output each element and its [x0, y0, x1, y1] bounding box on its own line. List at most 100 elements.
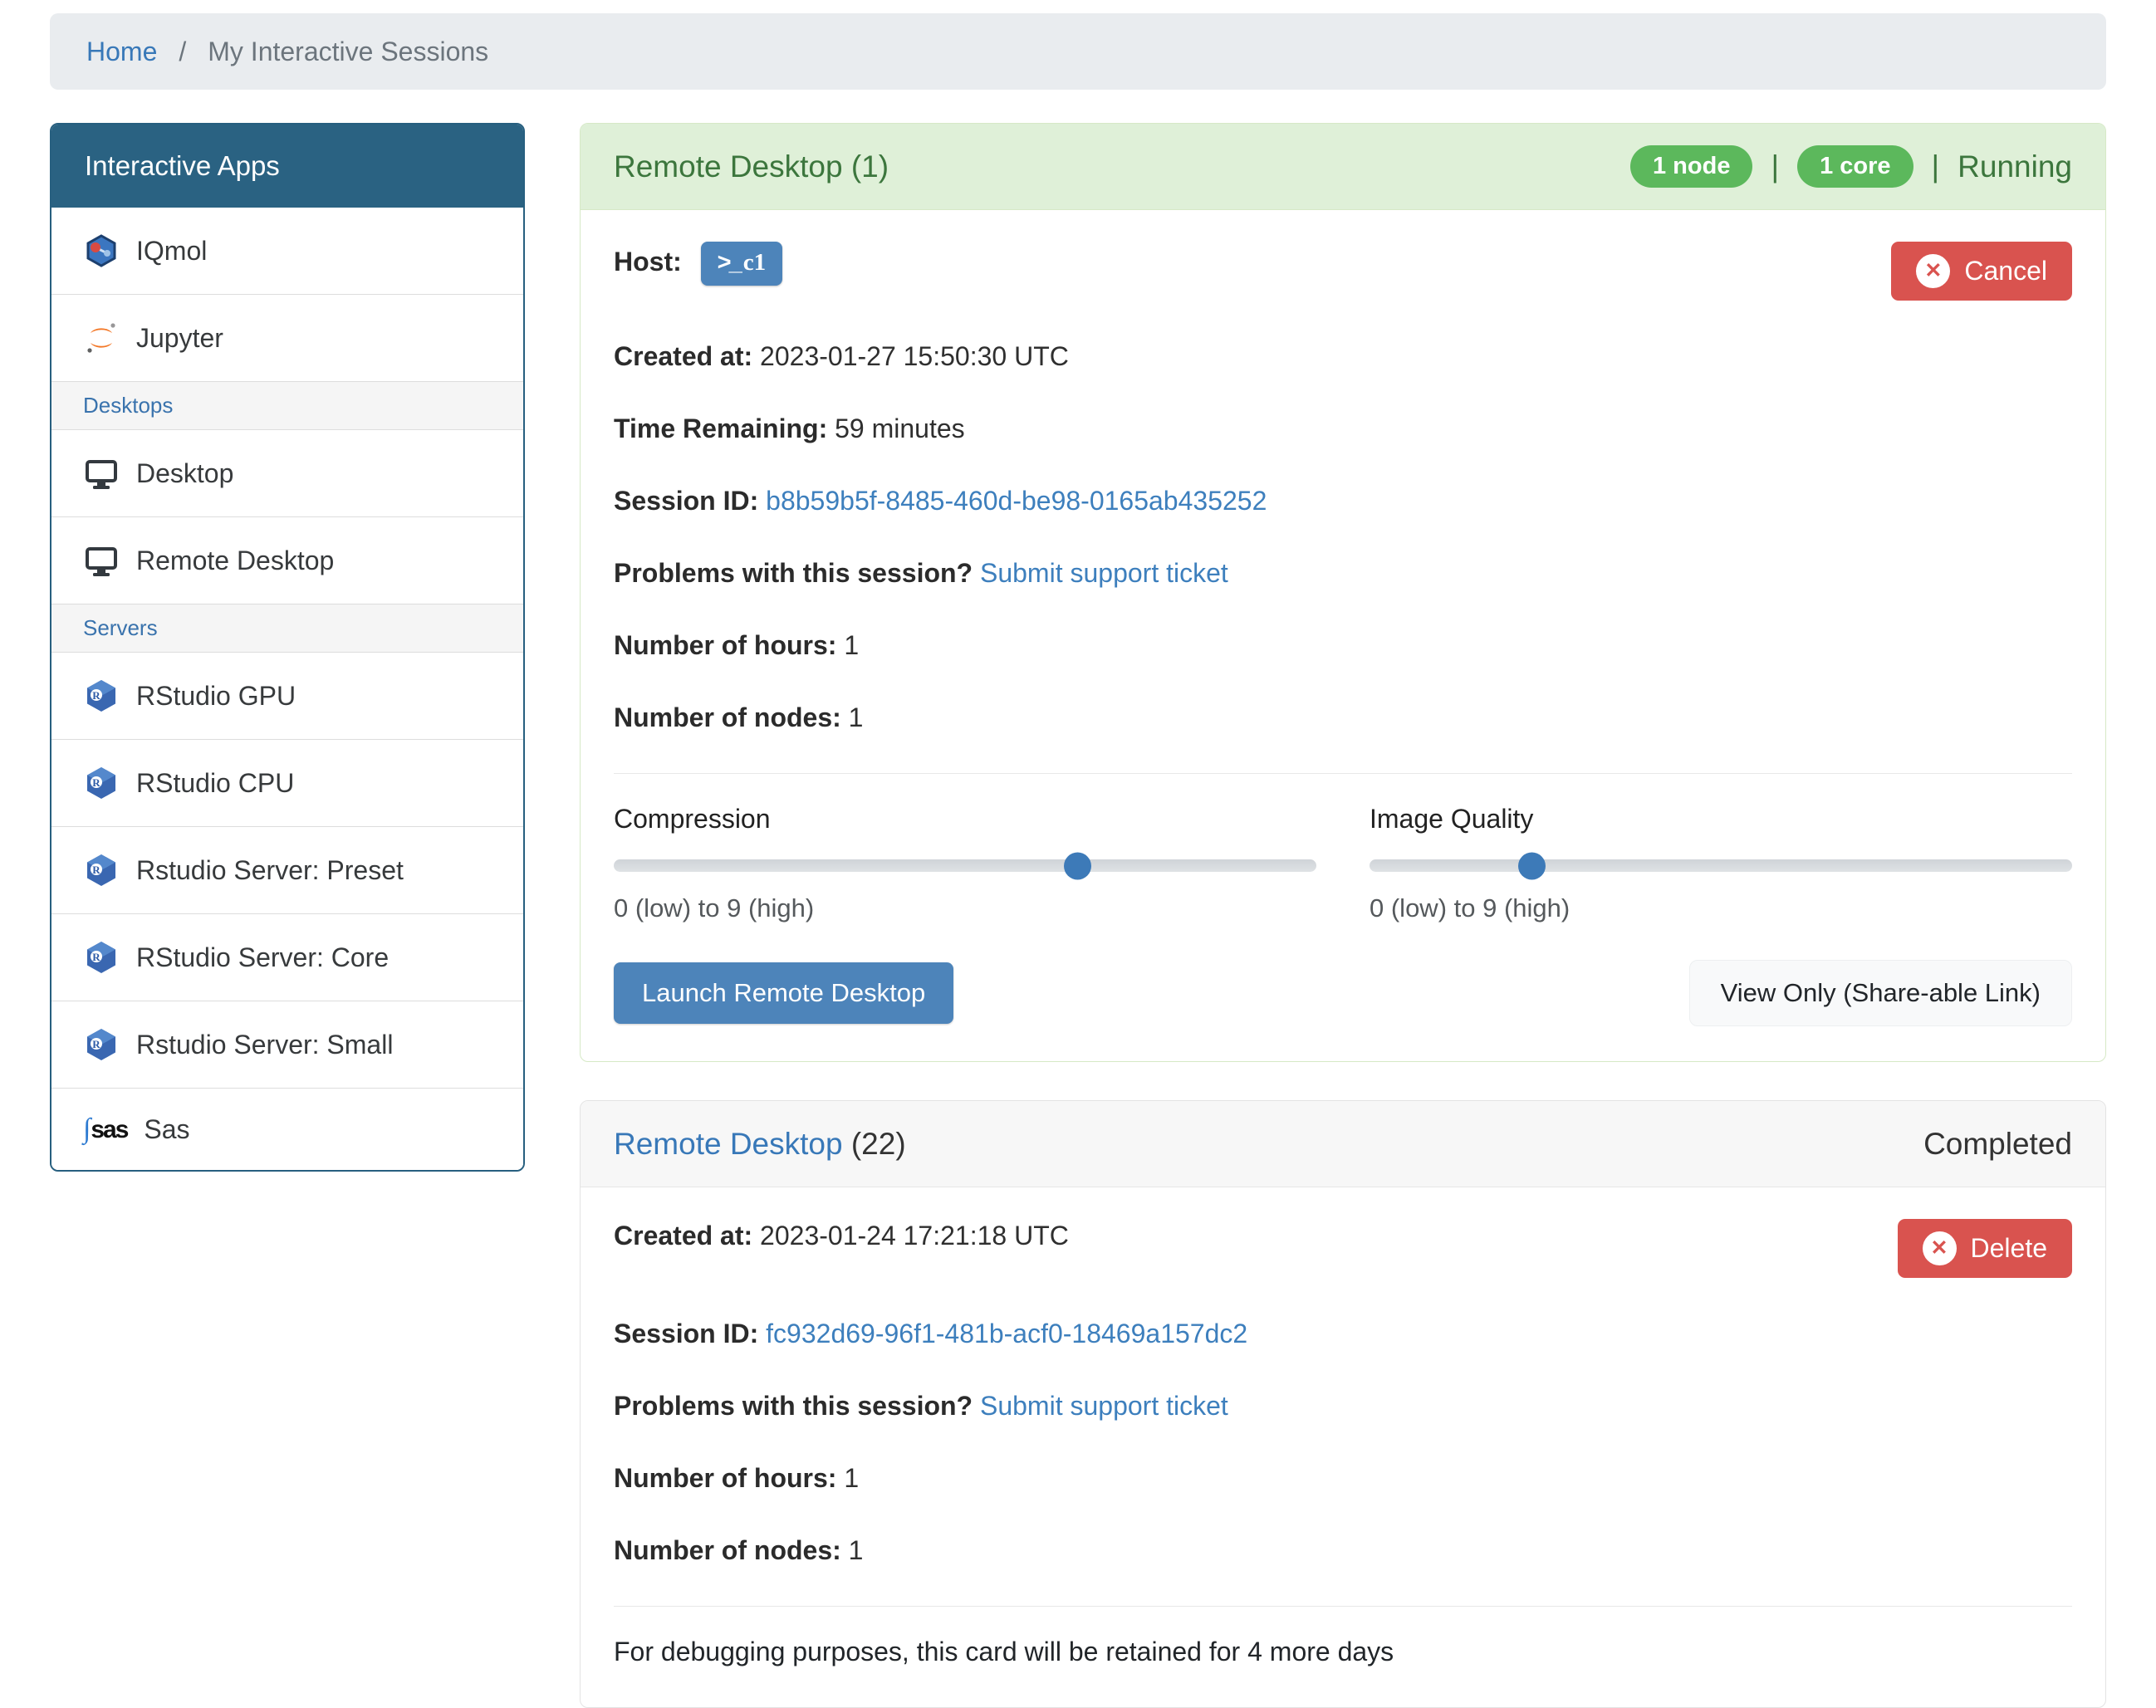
retention-note: For debugging purposes, this card will b…	[614, 1637, 1394, 1666]
delete-button[interactable]: ✕ Delete	[1897, 1219, 2072, 1278]
sidebar-item-desktop[interactable]: Desktop	[51, 429, 523, 516]
cancel-button[interactable]: ✕ Cancel	[1891, 242, 2072, 301]
rstudio-icon: R	[83, 765, 120, 801]
hours-value: 1	[844, 1463, 860, 1493]
sidebar-item-iqmol[interactable]: IQmol	[51, 208, 523, 294]
compression-slider-thumb[interactable]	[1064, 852, 1092, 879]
sidebar-section-servers: Servers	[51, 604, 523, 652]
svg-text:R: R	[92, 864, 100, 876]
sidebar-item-label: Sas	[144, 1113, 190, 1144]
completed-card-body: Created at: 2023-01-24 17:21:18 UTC ✕ De…	[581, 1187, 2105, 1707]
rstudio-icon: R	[83, 678, 120, 714]
nodes-label: Number of nodes:	[614, 702, 841, 732]
created-at-label: Created at:	[614, 1221, 753, 1250]
body-divider	[614, 1606, 2072, 1607]
sidebar-item-sas[interactable]: ∫sas Sas	[51, 1088, 523, 1170]
session-id-row: Session ID: b8b59b5f-8485-460d-be98-0165…	[614, 484, 2072, 517]
monitor-icon	[83, 455, 120, 492]
completed-card-title: Remote Desktop (22)	[614, 1127, 906, 1162]
terminal-icon: >_	[717, 249, 742, 276]
completed-card-title-link[interactable]: Remote Desktop	[614, 1127, 843, 1161]
x-circle-icon: ✕	[1916, 254, 1951, 288]
compression-range-hint: 0 (low) to 9 (high)	[614, 893, 815, 923]
status-running: Running	[1958, 149, 2072, 184]
sidebar-item-remote-desktop[interactable]: Remote Desktop	[51, 516, 523, 604]
cancel-button-label: Cancel	[1964, 256, 2047, 286]
launch-remote-desktop-button[interactable]: Launch Remote Desktop	[614, 962, 954, 1024]
sidebar-item-rstudio-server-preset[interactable]: R Rstudio Server: Preset	[51, 826, 523, 913]
delete-button-label: Delete	[1970, 1233, 2048, 1263]
completed-card-count: (22)	[850, 1126, 906, 1161]
rstudio-icon: R	[83, 939, 120, 976]
running-card-status-area: 1 node | 1 core | Running	[1629, 145, 2072, 188]
hours-row: Number of hours: 1	[614, 1461, 2072, 1495]
breadcrumb-home-link[interactable]: Home	[86, 37, 157, 67]
rstudio-icon: R	[83, 852, 120, 888]
session-id-row: Session ID: fc932d69-96f1-481b-acf0-1846…	[614, 1317, 2072, 1350]
time-remaining-label: Time Remaining:	[614, 414, 828, 443]
hours-row: Number of hours: 1	[614, 629, 2072, 662]
sidebar-item-jupyter[interactable]: Jupyter	[51, 294, 523, 381]
problems-row: Problems with this session? Submit suppo…	[614, 556, 2072, 590]
core-count-badge: 1 core	[1797, 145, 1913, 188]
sidebar-item-rstudio-gpu[interactable]: R RStudio GPU	[51, 652, 523, 739]
image-quality-control: Image Quality 0 (low) to 9 (high)	[1370, 804, 2072, 923]
svg-text:R: R	[92, 776, 100, 789]
iqmol-icon	[83, 232, 120, 269]
hours-value: 1	[844, 630, 860, 660]
sidebar-item-rstudio-server-core[interactable]: R RStudio Server: Core	[51, 913, 523, 1001]
hours-label: Number of hours:	[614, 1463, 837, 1493]
badge-separator: |	[1771, 149, 1780, 184]
x-circle-icon: ✕	[1922, 1231, 1957, 1265]
svg-text:R: R	[92, 951, 100, 963]
session-card-completed: Remote Desktop (22) Completed Created at…	[580, 1100, 2106, 1708]
image-quality-slider[interactable]	[1370, 852, 2072, 879]
sidebar-section-desktops: Desktops	[51, 381, 523, 429]
problems-label: Problems with this session?	[614, 1391, 973, 1421]
svg-text:R: R	[92, 689, 100, 702]
sidebar-item-label: Jupyter	[136, 322, 223, 353]
sidebar-item-label: Remote Desktop	[136, 545, 335, 575]
sas-icon: ∫sas	[83, 1113, 129, 1144]
sidebar-item-label: Rstudio Server: Preset	[136, 854, 404, 885]
compression-slider[interactable]	[614, 852, 1316, 879]
host-label: Host:	[614, 246, 682, 277]
sessions-panel: Remote Desktop (1) 1 node | 1 core | Run…	[580, 123, 2106, 1708]
session-id-link[interactable]: b8b59b5f-8485-460d-be98-0165ab435252	[766, 486, 1267, 516]
nodes-value: 1	[848, 702, 864, 732]
jupyter-icon	[83, 320, 120, 356]
sidebar-item-label: RStudio GPU	[136, 680, 296, 711]
hours-label: Number of hours:	[614, 630, 837, 660]
created-at-row: Created at: 2023-01-27 15:50:30 UTC	[614, 340, 2072, 373]
badge-separator: |	[1931, 149, 1940, 184]
sidebar-item-rstudio-cpu[interactable]: R RStudio CPU	[51, 739, 523, 826]
host-row: Host: >_ c1	[614, 242, 783, 286]
image-quality-label: Image Quality	[1370, 804, 1534, 834]
session-id-label: Session ID:	[614, 486, 759, 516]
nodes-value: 1	[848, 1535, 864, 1565]
session-id-link[interactable]: fc932d69-96f1-481b-acf0-18469a157dc2	[766, 1319, 1247, 1348]
time-remaining-row: Time Remaining: 59 minutes	[614, 412, 2072, 445]
sidebar-list: IQmol Jupyter Desktops Desktop Remote De…	[51, 208, 523, 1170]
monitor-icon	[83, 542, 120, 579]
image-quality-slider-thumb[interactable]	[1517, 852, 1546, 879]
running-card-header: Remote Desktop (1) 1 node | 1 core | Run…	[581, 124, 2105, 210]
sidebar-item-label: RStudio Server: Core	[136, 942, 390, 972]
interactive-apps-sidebar: Interactive Apps IQmol Jupyter Desktops …	[50, 123, 525, 1172]
support-ticket-link[interactable]: Submit support ticket	[980, 1391, 1228, 1421]
session-card-running: Remote Desktop (1) 1 node | 1 core | Run…	[580, 123, 2106, 1062]
status-completed: Completed	[1923, 1126, 2072, 1161]
support-ticket-link[interactable]: Submit support ticket	[980, 558, 1228, 588]
sidebar-item-rstudio-server-small[interactable]: R Rstudio Server: Small	[51, 1001, 523, 1088]
sidebar-item-label: Rstudio Server: Small	[136, 1029, 394, 1060]
rstudio-icon: R	[83, 1026, 120, 1063]
compression-control: Compression 0 (low) to 9 (high)	[614, 804, 1316, 923]
page: Home / My Interactive Sessions Interacti…	[0, 0, 2156, 1708]
view-only-link-button[interactable]: View Only (Share-able Link)	[1688, 960, 2072, 1026]
svg-text:R: R	[92, 1038, 100, 1050]
host-shell-button[interactable]: >_ c1	[700, 242, 783, 286]
image-quality-range-hint: 0 (low) to 9 (high)	[1370, 893, 1570, 923]
breadcrumb-current: My Interactive Sessions	[208, 36, 489, 66]
compression-label: Compression	[614, 804, 771, 834]
running-card-title: Remote Desktop (1)	[614, 149, 889, 184]
